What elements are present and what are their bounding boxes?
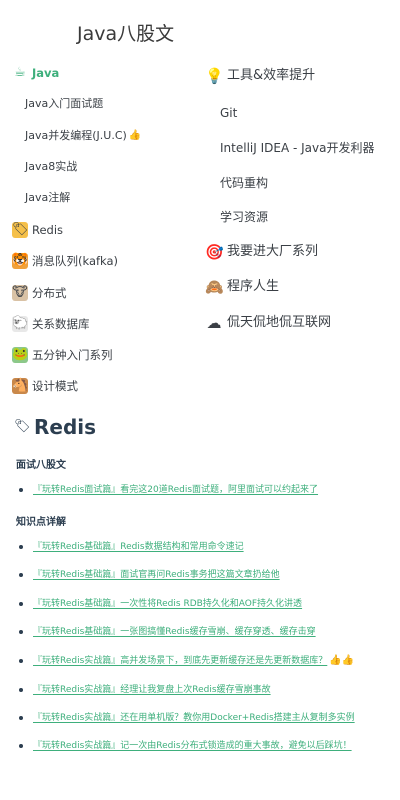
article-link-item: 『玩转Redis实战篇』经理让我复盘上次Redis缓存雪崩事故 bbox=[19, 684, 271, 696]
nav-subitem[interactable]: 代码重构 bbox=[220, 174, 268, 192]
bullet-dot bbox=[19, 602, 23, 606]
article-link-item: 『玩转Redis基础篇』面试官再问Redis事务把这篇文章扔给他 bbox=[19, 569, 280, 581]
nav-item-label: 消息队列(kafka) bbox=[32, 254, 119, 268]
article-link[interactable]: 『玩转Redis面试篇』看完这20道Redis面试题，阿里面试可以约起来了 bbox=[33, 484, 318, 496]
nav-item-label: Java bbox=[32, 66, 60, 80]
label-tag-icon: 🏷 bbox=[14, 419, 31, 434]
nav-item-label: 代码重构 bbox=[220, 176, 269, 190]
horse-icon: 🐴 bbox=[12, 378, 29, 394]
thumbs-up-icon: 👍👍 bbox=[329, 655, 355, 666]
nav-item[interactable]: 🏷 Redis bbox=[12, 221, 63, 239]
light-bulb-icon: 💡 bbox=[205, 67, 224, 85]
nav-item-label: Java入门面试题 bbox=[25, 97, 104, 110]
nav-subitem[interactable]: Git bbox=[220, 104, 237, 122]
nav-item-label: Redis bbox=[32, 223, 64, 237]
bullet-dot bbox=[19, 744, 23, 748]
cow-icon: 🐮 bbox=[12, 285, 28, 301]
nav-item-label: 侃天侃地侃互联网 bbox=[227, 315, 332, 330]
article-link[interactable]: 『玩转Redis实战篇』高并发场景下，到底先更新缓存还是先更新数据库？ bbox=[33, 655, 327, 667]
cloud-icon: ☁ bbox=[206, 314, 222, 332]
coffee-icon: ☕ bbox=[14, 65, 26, 80]
nav-item-label: 工具&效率提升 bbox=[227, 68, 316, 83]
nav-subitem[interactable]: Java入门面试题 bbox=[25, 95, 103, 113]
nav-subitem[interactable]: Java注解 bbox=[25, 189, 70, 207]
thumbs-up-icon: 👍 bbox=[128, 130, 142, 141]
nav-item[interactable]: 🐮 分布式 bbox=[12, 284, 67, 302]
article-title: 🏷 Redis bbox=[14, 412, 96, 442]
nav-item-label: IntelliJ IDEA - Java开发利器 bbox=[220, 141, 375, 155]
section-heading: 知识点详解 bbox=[16, 517, 66, 528]
nav-item-label: 设计模式 bbox=[32, 379, 78, 393]
nav-item-label: 学习资源 bbox=[220, 210, 269, 224]
article-title-text: Redis bbox=[34, 415, 97, 439]
nav-subitem[interactable]: IntelliJ IDEA - Java开发利器 bbox=[220, 139, 374, 157]
article-link-item: 『玩转Redis基础篇』Redis数据结构和常用命令速记 bbox=[19, 541, 244, 553]
nav-item[interactable]: 🐸 五分钟入门系列 bbox=[12, 346, 113, 364]
nav-item[interactable]: 🐑 关系数据库 bbox=[12, 315, 90, 333]
nav-item[interactable]: 🎯 我要进大厂系列 bbox=[205, 243, 318, 261]
nav-item[interactable]: 💡 工具&效率提升 bbox=[205, 67, 315, 85]
nav-item-label: 我要进大厂系列 bbox=[227, 244, 319, 259]
article-link[interactable]: 『玩转Redis基础篇』面试官再问Redis事务把这篇文章扔给他 bbox=[33, 569, 280, 581]
bullet-dot bbox=[19, 630, 23, 634]
nav-item-label: 程序人生 bbox=[227, 279, 280, 294]
nav-item[interactable]: ☕ Java bbox=[12, 64, 59, 82]
site-title[interactable]: Java八股文 bbox=[77, 19, 174, 46]
monkey-icon: 🙈 bbox=[205, 278, 224, 296]
nav-item-label: 关系数据库 bbox=[32, 317, 90, 331]
sheep-icon: 🐑 bbox=[12, 316, 29, 332]
page: Java八股文 ☕ Java Java入门面试题 Java并发编程(J.U.C) 👍 Ja… bbox=[0, 0, 400, 800]
nav-item-label: 五分钟入门系列 bbox=[32, 348, 113, 362]
tiger-icon: 🐯 bbox=[12, 253, 29, 269]
bullet-dot bbox=[19, 488, 23, 492]
article-link[interactable]: 『玩转Redis实战篇』经理让我复盘上次Redis缓存雪崩事故 bbox=[33, 684, 271, 696]
article-link-item: 『玩转Redis基础篇』一次性将Redis RDB持久化和AOF持久化讲透 bbox=[19, 598, 302, 610]
bullet-dot bbox=[19, 659, 23, 663]
nav-subitem[interactable]: Java8实战 bbox=[25, 158, 77, 176]
bullet-dot bbox=[19, 545, 23, 549]
section-heading: 面试八股文 bbox=[16, 460, 66, 471]
article-link-item: 『玩转Redis实战篇』高并发场景下，到底先更新缓存还是先更新数据库？ 👍👍 bbox=[19, 655, 354, 667]
article-link-item: 『玩转Redis实战篇』还在用单机版？教你用Docker+Redis搭建主从复制… bbox=[19, 712, 355, 724]
article-link[interactable]: 『玩转Redis实战篇』记一次由Redis分布式锁造成的重大事故，避免以后踩坑！ bbox=[33, 740, 352, 752]
nav-item-label: Java并发编程(J.U.C) bbox=[25, 129, 127, 142]
bullet-dot bbox=[19, 688, 23, 692]
frog-icon: 🐸 bbox=[12, 347, 29, 363]
nav-subitem[interactable]: Java并发编程(J.U.C) 👍 bbox=[25, 127, 141, 145]
nav-item-label: 分布式 bbox=[32, 286, 67, 300]
nav-item-label: Java8实战 bbox=[25, 160, 78, 173]
article-link-item: 『玩转Redis基础篇』一张图搞懂Redis缓存雪崩、缓存穿透、缓存击穿 bbox=[19, 626, 316, 638]
article-link[interactable]: 『玩转Redis基础篇』一次性将Redis RDB持久化和AOF持久化讲透 bbox=[33, 598, 302, 610]
article-link-item: 『玩转Redis实战篇』记一次由Redis分布式锁造成的重大事故，避免以后踩坑！ bbox=[19, 740, 352, 752]
nav-item[interactable]: ☁ 侃天侃地侃互联网 bbox=[205, 314, 332, 332]
article-link[interactable]: 『玩转Redis实战篇』还在用单机版？教你用Docker+Redis搭建主从复制… bbox=[33, 712, 355, 724]
bullet-dot bbox=[19, 716, 23, 720]
label-tag-icon: 🏷 bbox=[12, 222, 29, 238]
nav-subitem[interactable]: 学习资源 bbox=[220, 208, 268, 226]
nav-item[interactable]: 🙈 程序人生 bbox=[205, 278, 279, 296]
article-link-item: 『玩转Redis面试篇』看完这20道Redis面试题，阿里面试可以约起来了 bbox=[19, 484, 318, 496]
nav-item-label: Git bbox=[220, 106, 238, 120]
target-icon: 🎯 bbox=[205, 243, 224, 261]
bullet-dot bbox=[19, 573, 23, 577]
nav-item[interactable]: 🐯 消息队列(kafka) bbox=[12, 252, 118, 270]
nav-item-label: Java注解 bbox=[25, 191, 71, 204]
nav-item[interactable]: 🐴 设计模式 bbox=[12, 377, 78, 395]
article-link[interactable]: 『玩转Redis基础篇』Redis数据结构和常用命令速记 bbox=[33, 541, 244, 553]
article-link[interactable]: 『玩转Redis基础篇』一张图搞懂Redis缓存雪崩、缓存穿透、缓存击穿 bbox=[33, 626, 316, 638]
